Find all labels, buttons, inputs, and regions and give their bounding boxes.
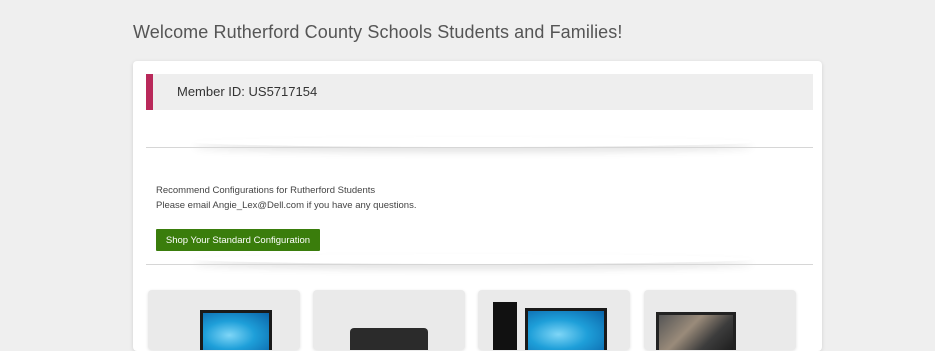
shop-standard-configuration-button[interactable]: Shop Your Standard Configuration	[156, 229, 320, 251]
section-divider	[146, 147, 813, 148]
laptop-image	[200, 310, 272, 350]
product-tile-monitor[interactable]	[644, 290, 796, 350]
desktop-monitor-image	[525, 308, 607, 350]
member-id-bar: Member ID: US5717154	[146, 74, 813, 110]
section-divider	[146, 264, 813, 265]
product-tile-desktop[interactable]	[478, 290, 630, 350]
product-tile-closed-laptop[interactable]	[313, 290, 465, 350]
desktop-tower-image	[493, 302, 517, 350]
page-title: Welcome Rutherford County Schools Studen…	[133, 22, 623, 42]
monitor-photo-image	[656, 312, 736, 350]
divider-shadow	[193, 254, 753, 264]
contact-email-text: Please email Angie_Lex@Dell.com if you h…	[156, 200, 417, 211]
product-tile-laptop[interactable]	[148, 290, 300, 350]
recommend-text: Recommend Configurations for Rutherford …	[156, 185, 376, 196]
member-id-label: Member ID: US5717154	[177, 84, 318, 99]
laptop-closed-image	[350, 328, 428, 350]
member-accent-stripe	[146, 74, 153, 110]
divider-shadow	[193, 137, 753, 147]
